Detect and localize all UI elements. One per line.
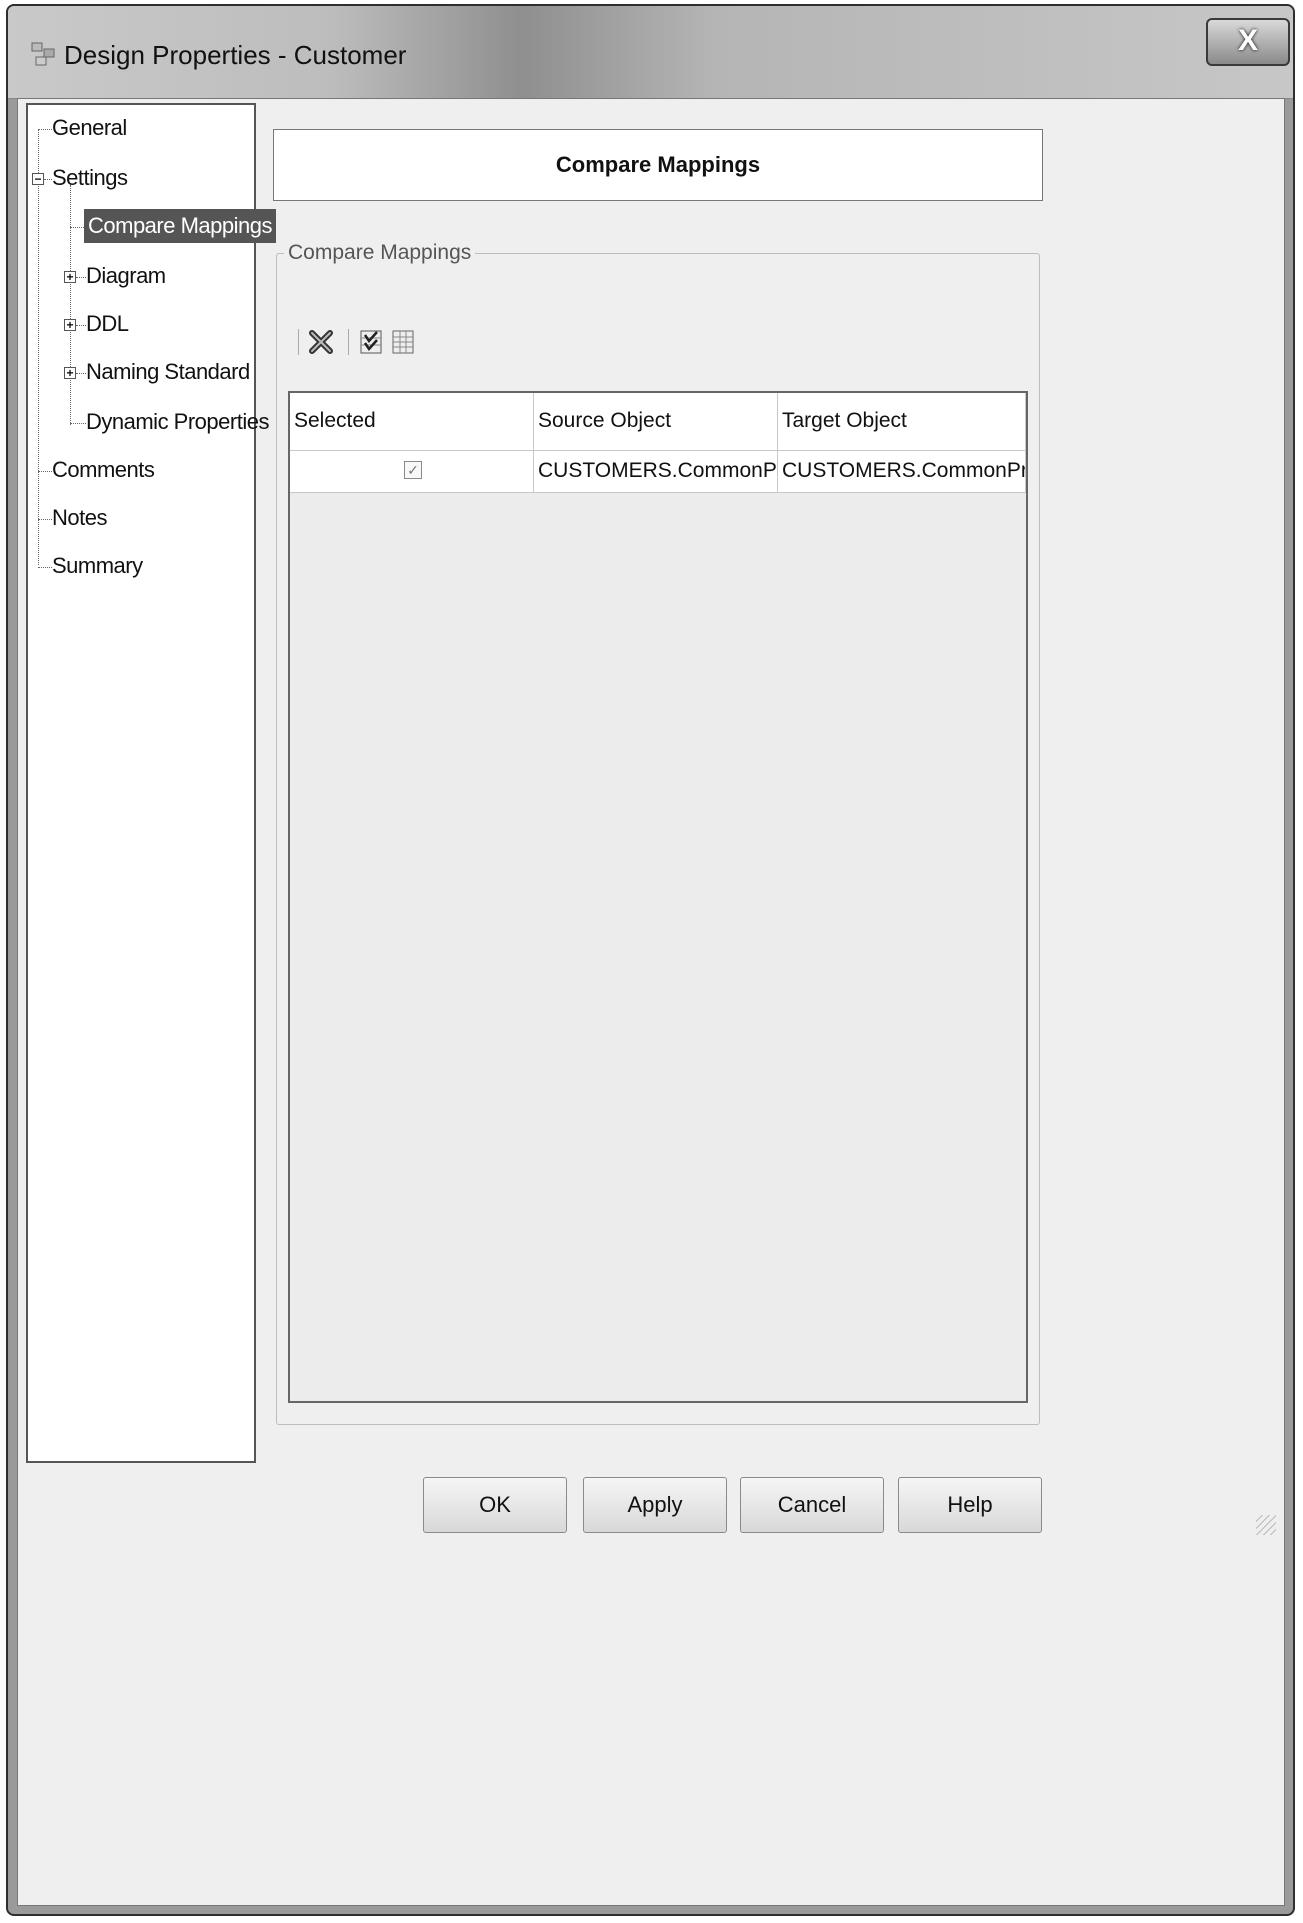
tree-item-dynamic-properties[interactable]: Dynamic Properties: [86, 409, 269, 435]
toolbar-separator: [348, 329, 349, 355]
table-row-selected-cell[interactable]: ✓: [290, 451, 534, 493]
window-title: Design Properties - Customer: [64, 40, 407, 70]
ok-button[interactable]: OK: [423, 1477, 567, 1533]
table-row-source-cell[interactable]: CUSTOMERS.CommonProperty: [534, 451, 778, 493]
check-all-icon[interactable]: [356, 327, 386, 357]
tree-item-summary[interactable]: Summary: [52, 553, 143, 579]
tree-item-ddl[interactable]: DDL: [86, 311, 129, 337]
close-icon: X: [1237, 24, 1258, 57]
tree-item-comments[interactable]: Comments: [52, 457, 155, 483]
group-label: Compare Mappings: [284, 241, 476, 265]
row-checkbox[interactable]: ✓: [404, 461, 422, 479]
navigation-tree[interactable]: − + + + General Settings Compare Mapping…: [26, 103, 276, 1463]
toolbar-separator: [298, 329, 299, 355]
title-bar[interactable]: Design Properties - Customer X: [8, 6, 1293, 99]
diagram-expand-icon[interactable]: +: [64, 271, 76, 283]
apply-button[interactable]: Apply: [583, 1477, 727, 1533]
settings-collapse-icon[interactable]: −: [32, 173, 44, 185]
app-icon: [31, 42, 55, 66]
table-row-target-cell[interactable]: CUSTOMERS.CommonProp: [778, 451, 1026, 493]
column-header-source-object[interactable]: Source Object: [534, 393, 778, 451]
delete-icon[interactable]: [306, 327, 336, 357]
mappings-grid[interactable]: Selected Source Object Target Object ✓ C…: [288, 391, 1028, 1403]
tree-item-naming-standard[interactable]: Naming Standard: [86, 359, 250, 385]
tree-item-diagram[interactable]: Diagram: [86, 263, 166, 289]
naming-standard-expand-icon[interactable]: +: [64, 367, 76, 379]
tree-item-general[interactable]: General: [52, 115, 127, 141]
tree-item-compare-mappings[interactable]: Compare Mappings: [84, 209, 276, 243]
ddl-expand-icon[interactable]: +: [64, 319, 76, 331]
tree-item-settings[interactable]: Settings: [52, 165, 128, 191]
tree-item-notes[interactable]: Notes: [52, 505, 107, 531]
grid-icon[interactable]: [388, 327, 418, 357]
close-button[interactable]: X: [1206, 18, 1290, 66]
dialog-body: − + + + General Settings Compare Mapping…: [17, 98, 1285, 1906]
cancel-button[interactable]: Cancel: [740, 1477, 884, 1533]
resize-grip-icon[interactable]: [1256, 1515, 1276, 1535]
design-properties-dialog: Design Properties - Customer X − + + + G…: [6, 4, 1295, 1916]
page-title: Compare Mappings: [273, 129, 1043, 201]
column-header-selected[interactable]: Selected: [290, 393, 534, 451]
help-button[interactable]: Help: [898, 1477, 1042, 1533]
column-header-target-object[interactable]: Target Object: [778, 393, 1026, 451]
